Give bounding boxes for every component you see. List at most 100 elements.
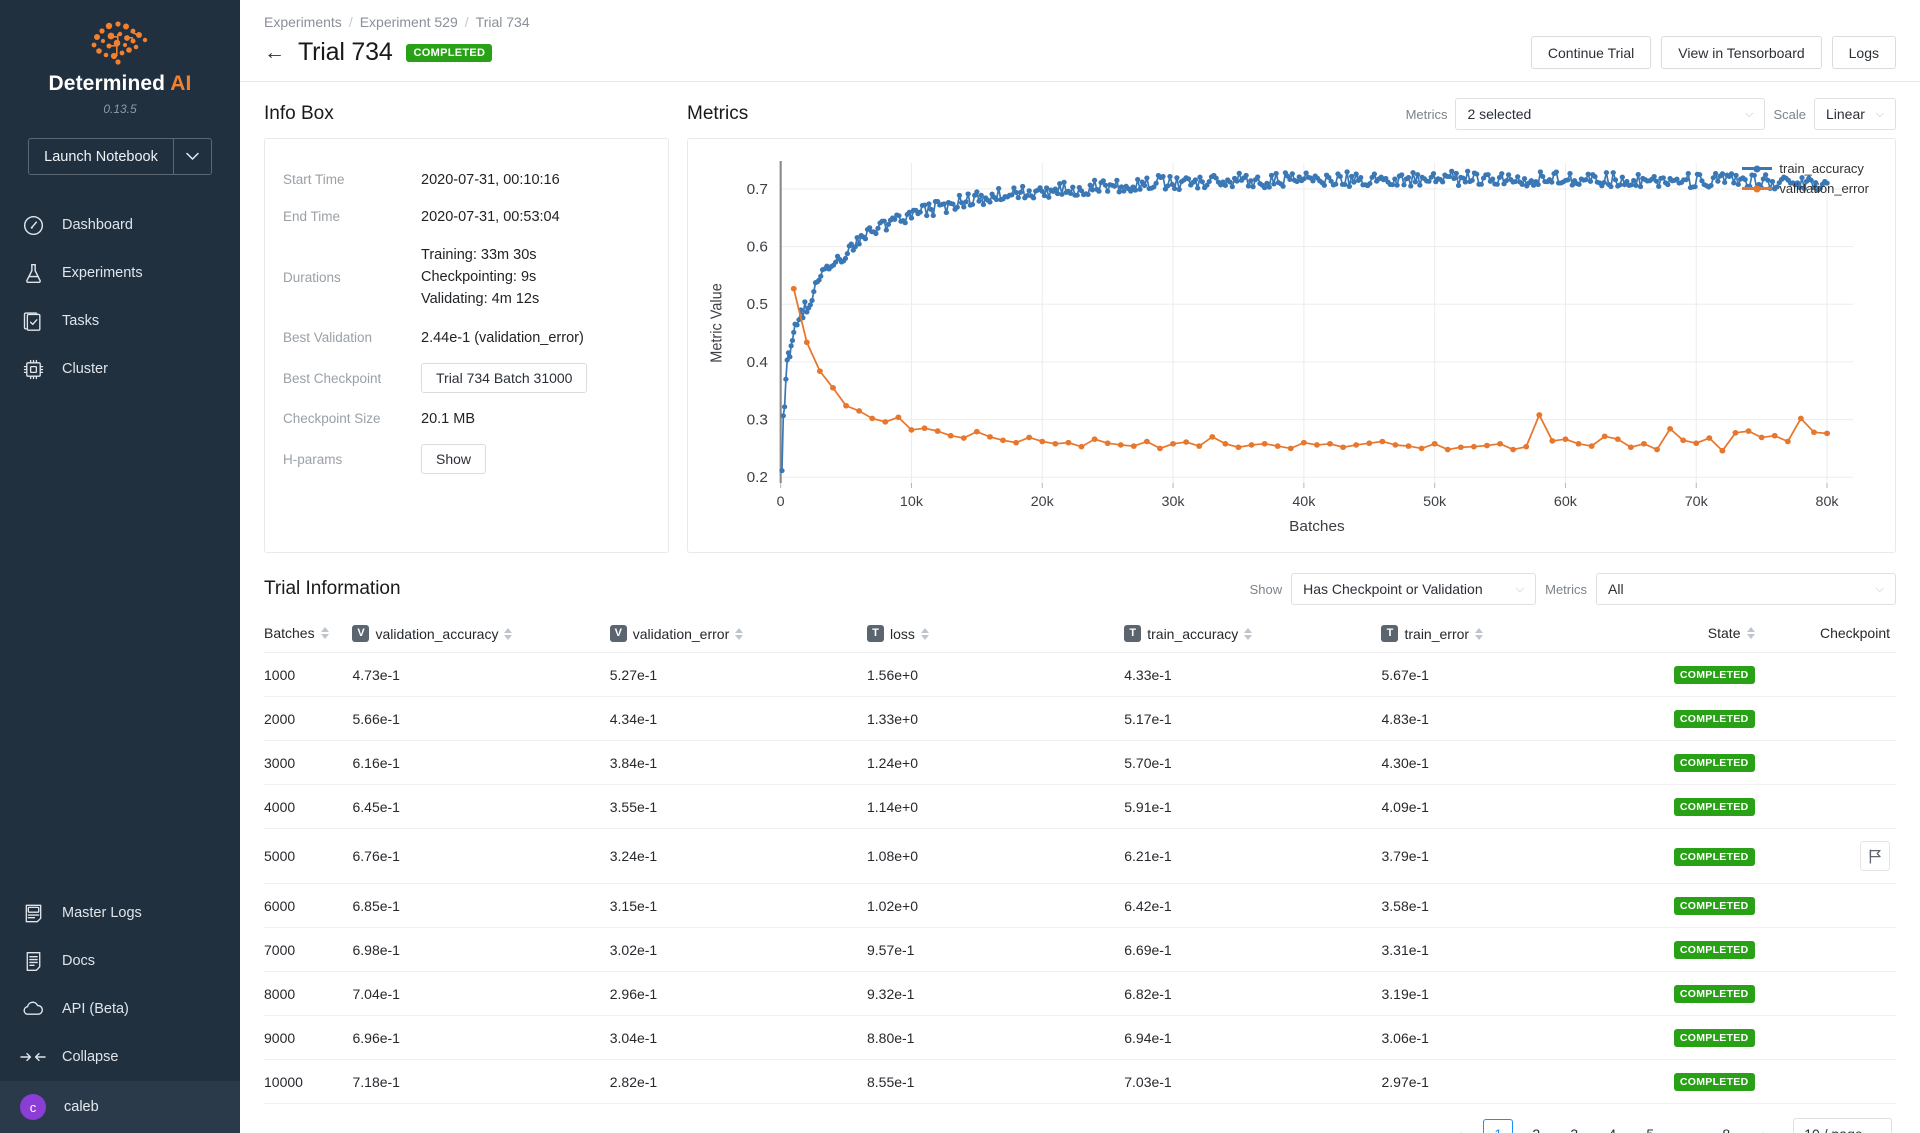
pagination-page-3[interactable]: 3 — [1559, 1119, 1589, 1133]
log-icon — [16, 898, 50, 928]
table-row[interactable]: 9000 6.96e-1 3.04e-1 8.80e-1 6.94e-1 3.06e-1 C… — [264, 1015, 1896, 1060]
sidebar-item-cluster[interactable]: Cluster — [0, 345, 240, 393]
sort-toggle-icon[interactable] — [1746, 626, 1755, 639]
sort-toggle-icon[interactable] — [1475, 627, 1484, 640]
table-row[interactable]: 7000 6.98e-1 3.02e-1 9.57e-1 6.69e-1 3.31e-1 C… — [264, 927, 1896, 972]
legend-item[interactable]: validation_error — [1742, 181, 1869, 196]
table-row[interactable]: 10000 7.18e-1 2.82e-1 8.55e-1 7.03e-1 2.97e-1… — [264, 1059, 1896, 1104]
table-row[interactable]: 2000 5.66e-1 4.34e-1 1.33e+0 5.17e-1 4.83e-1 C… — [264, 696, 1896, 741]
launch-notebook-button[interactable]: Launch Notebook — [29, 139, 173, 174]
sidebar-item-master-logs[interactable]: Master Logs — [0, 889, 240, 937]
table-row[interactable]: 5000 6.76e-1 3.24e-1 1.08e+0 6.21e-1 3.79e-1 C… — [264, 828, 1896, 884]
pagination-page-5[interactable]: 5 — [1635, 1119, 1665, 1133]
cell-batches: 8000 — [264, 971, 353, 1016]
cell-state: COMPLETED — [1638, 1059, 1773, 1104]
status-badge: COMPLETED — [1673, 985, 1755, 1003]
pagination-page-4[interactable]: 4 — [1597, 1119, 1627, 1133]
pagination-page-last[interactable]: 8 — [1711, 1119, 1741, 1133]
pagination-ellipsis: ··· — [1673, 1119, 1703, 1133]
show-select[interactable]: Has Checkpoint or Validation ⌵ — [1291, 573, 1537, 605]
svg-text:20k: 20k — [1031, 493, 1054, 509]
launch-notebook-group[interactable]: Launch Notebook — [28, 138, 212, 175]
info-value-cell: Show — [421, 437, 646, 481]
info-box-title: Info Box — [264, 103, 334, 124]
sidebar-item-api[interactable]: API (Beta) — [0, 985, 240, 1033]
sort-toggle-icon[interactable] — [504, 627, 513, 640]
cell-batches: 9000 — [264, 1015, 353, 1060]
show-hparams-button[interactable]: Show — [421, 444, 487, 474]
cell-batches: 10000 — [264, 1059, 353, 1104]
cell-batches: 6000 — [264, 883, 353, 928]
sidebar-item-dashboard[interactable]: Dashboard — [0, 201, 240, 249]
view-in-tensorboard-button[interactable]: View in Tensorboard — [1661, 36, 1822, 69]
table-row[interactable]: 3000 6.16e-1 3.84e-1 1.24e+0 5.70e-1 4.30e-1 C… — [264, 740, 1896, 785]
metrics-header: Metrics Metrics 2 selected ⌵ Scale Linea… — [687, 98, 1896, 130]
column-label: Batches — [264, 624, 315, 641]
sidebar-item-tasks[interactable]: Tasks — [0, 297, 240, 345]
cell-validation-accuracy: 4.73e-1 — [352, 652, 610, 697]
page-title: Trial 734 — [298, 38, 393, 66]
brand-name-main: Determined — [48, 72, 166, 95]
pagination-prev[interactable]: ‹ — [1445, 1119, 1475, 1133]
column-loss[interactable]: Tloss — [866, 613, 1125, 653]
pagination-page-1[interactable]: 1 — [1483, 1119, 1514, 1133]
back-arrow-icon[interactable]: ← — [264, 42, 285, 63]
svg-text:80k: 80k — [1816, 493, 1839, 509]
column-validation-accuracy[interactable]: Vvalidation_accuracy — [352, 613, 610, 653]
cell-validation-error: 5.27e-1 — [609, 652, 867, 697]
table-row[interactable]: 4000 6.45e-1 3.55e-1 1.14e+0 5.91e-1 4.09e-1 C… — [264, 784, 1896, 829]
column-train-error[interactable]: Ttrain_error — [1381, 613, 1639, 653]
sort-toggle-icon[interactable] — [320, 626, 329, 639]
cell-validation-error: 3.84e-1 — [609, 740, 867, 785]
sort-toggle-icon[interactable] — [735, 627, 744, 640]
user-menu[interactable]: c caleb — [0, 1081, 240, 1133]
scale-select[interactable]: Linear ⌵ — [1814, 98, 1896, 130]
column-state[interactable]: State — [1638, 613, 1773, 653]
table-metrics-select[interactable]: All ⌵ — [1596, 573, 1896, 605]
table-row[interactable]: 6000 6.85e-1 3.15e-1 1.02e+0 6.42e-1 3.58e-1 C… — [264, 883, 1896, 928]
sidebar-item-docs[interactable]: Docs — [0, 937, 240, 985]
continue-trial-button[interactable]: Continue Trial — [1530, 36, 1652, 69]
status-badge: COMPLETED — [1673, 710, 1755, 728]
metric-type-chip: T — [1381, 625, 1399, 642]
status-badge: COMPLETED — [1673, 897, 1755, 915]
pagination: ‹ 1 2 3 4 5 ··· 8 › 10 / page ⌵ — [264, 1104, 1896, 1133]
page-size-select[interactable]: 10 / page ⌵ — [1793, 1118, 1892, 1133]
cell-checkpoint — [1772, 1059, 1896, 1104]
page-size-value: 10 / page — [1804, 1126, 1862, 1133]
sidebar-item-label: Dashboard — [62, 217, 133, 233]
breadcrumb-experiment[interactable]: Experiment 529 — [360, 14, 458, 30]
metrics-select[interactable]: 2 selected ⌵ — [1455, 98, 1766, 130]
info-row-durations: Durations Training: 33m 30s Checkpointin… — [283, 235, 646, 319]
table-row[interactable]: 1000 4.73e-1 5.27e-1 1.56e+0 4.33e-1 5.67e-1 C… — [264, 652, 1896, 697]
sort-toggle-icon[interactable] — [1244, 627, 1253, 640]
breadcrumb-trial[interactable]: Trial 734 — [476, 14, 530, 30]
legend-item[interactable]: train_accuracy — [1742, 161, 1869, 176]
svg-text:40k: 40k — [1292, 493, 1315, 509]
checkpoint-flag-button[interactable] — [1860, 841, 1890, 871]
column-batches[interactable]: Batches — [264, 613, 353, 653]
table-row[interactable]: 8000 7.04e-1 2.96e-1 9.32e-1 6.82e-1 3.19e-1 C… — [264, 971, 1896, 1016]
table-metrics-select-label: Metrics — [1545, 581, 1587, 597]
breadcrumb-experiments[interactable]: Experiments — [264, 14, 342, 30]
cell-checkpoint — [1772, 696, 1896, 741]
sidebar-item-experiments[interactable]: Experiments — [0, 249, 240, 297]
svg-text:0: 0 — [777, 493, 785, 509]
column-validation-error[interactable]: Vvalidation_error — [609, 613, 867, 653]
cell-checkpoint — [1772, 971, 1896, 1016]
metrics-chart[interactable]: 0.2 0.3 0.4 0.5 0.6 0.7 0 10k 20k 30k 40k 50k 60k 70k… — [698, 149, 1885, 541]
cell-loss: 1.14e+0 — [866, 784, 1125, 829]
info-value: 20.1 MB — [421, 410, 475, 427]
best-checkpoint-button[interactable]: Trial 734 Batch 31000 — [421, 363, 588, 393]
pagination-next[interactable]: › — [1749, 1119, 1779, 1133]
svg-text:30k: 30k — [1162, 493, 1185, 509]
launch-notebook-dropdown-button[interactable] — [173, 139, 211, 174]
logs-button[interactable]: Logs — [1831, 36, 1896, 69]
column-train-accuracy[interactable]: Ttrain_accuracy — [1124, 613, 1382, 653]
status-badge: COMPLETED — [1673, 754, 1755, 772]
cell-validation-accuracy: 6.16e-1 — [352, 740, 610, 785]
pagination-page-2[interactable]: 2 — [1521, 1119, 1551, 1133]
sidebar-item-label: Tasks — [62, 313, 100, 329]
sort-toggle-icon[interactable] — [920, 627, 929, 640]
sidebar-item-collapse[interactable]: Collapse — [0, 1033, 240, 1081]
